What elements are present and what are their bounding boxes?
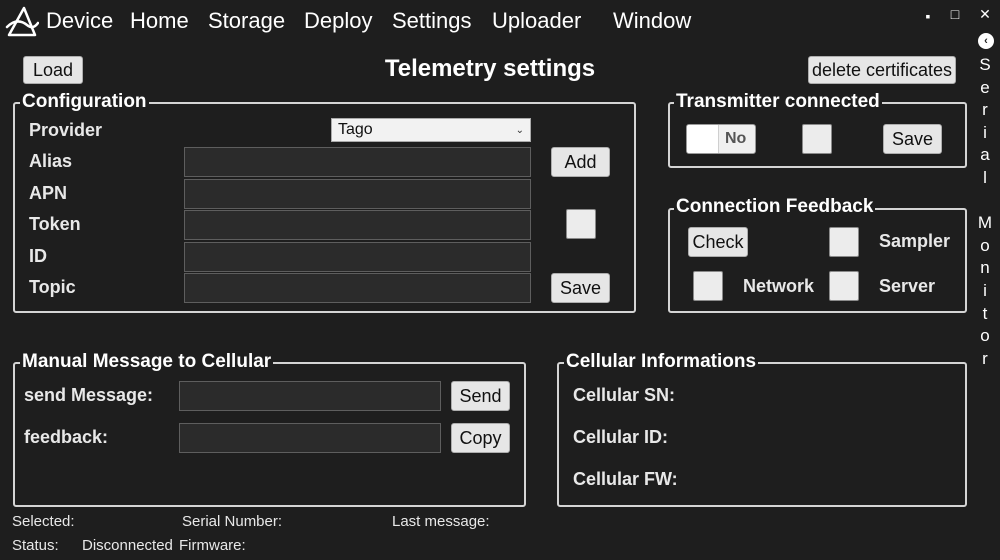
toggle-knob — [687, 125, 719, 153]
alias-input[interactable] — [184, 147, 531, 177]
status-value: Disconnected — [82, 537, 173, 554]
cellular-sn-label: Cellular SN: — [573, 385, 676, 405]
apn-label: APN — [29, 183, 68, 203]
feedback-input[interactable] — [179, 423, 441, 453]
transmitter-toggle[interactable]: No — [686, 124, 756, 154]
maximize-icon[interactable]: □ — [946, 6, 964, 22]
serial-monitor-letter: a — [980, 145, 990, 165]
menu-deploy[interactable]: Deploy — [304, 8, 372, 34]
transmitter-save-button[interactable]: Save — [883, 124, 942, 154]
topic-label: Topic — [29, 277, 76, 297]
network-checkbox[interactable] — [693, 271, 723, 301]
transmitter-checkbox[interactable] — [802, 124, 832, 154]
send-button[interactable]: Send — [451, 381, 510, 411]
last-message-label: Last message: — [392, 513, 490, 530]
cellular-id-label: Cellular ID: — [573, 427, 669, 447]
serial-monitor-tab[interactable]: SerialMonitor — [976, 54, 994, 370]
topic-input[interactable] — [184, 273, 531, 303]
transmitter-legend: Transmitter connected — [674, 91, 882, 113]
serial-monitor-letter: t — [982, 303, 988, 323]
chevron-down-icon: ⌄ — [515, 124, 524, 136]
serial-monitor-letter: l — [983, 167, 987, 187]
network-label: Network — [743, 276, 815, 296]
serial-monitor-letter: r — [982, 100, 988, 120]
provider-label: Provider — [29, 120, 103, 140]
load-button[interactable]: Load — [23, 56, 83, 84]
serial-monitor-letter: r — [982, 348, 988, 368]
provider-select[interactable]: Tago ⌄ — [331, 118, 531, 142]
serial-monitor-letter: S — [979, 55, 991, 74]
manual-message-legend: Manual Message to Cellular — [20, 351, 274, 373]
menu-settings[interactable]: Settings — [392, 8, 472, 34]
apn-input[interactable] — [184, 179, 531, 209]
token-label: Token — [29, 214, 81, 234]
copy-button[interactable]: Copy — [451, 423, 510, 453]
connection-feedback-legend: Connection Feedback — [674, 196, 876, 218]
app-logo-icon — [5, 6, 39, 37]
token-input[interactable] — [184, 210, 531, 240]
cellular-info-legend: Cellular Informations — [564, 351, 759, 373]
status-label: Status: — [12, 537, 59, 554]
serial-monitor-letter: o — [980, 235, 990, 255]
serial-monitor-letter: n — [980, 258, 990, 278]
id-input[interactable] — [184, 242, 531, 272]
firmware-label: Firmware: — [179, 537, 246, 554]
serial-number-label: Serial Number: — [182, 513, 283, 530]
serial-monitor-letter: M — [977, 213, 993, 233]
id-label: ID — [29, 246, 47, 266]
toggle-label: No — [725, 130, 747, 147]
send-message-input[interactable] — [179, 381, 441, 411]
page-title: Telemetry settings — [384, 55, 596, 82]
cellular-fw-label: Cellular FW: — [573, 469, 678, 489]
close-icon[interactable]: ✕ — [976, 6, 994, 23]
configuration-save-button[interactable]: Save — [551, 273, 610, 303]
menu-uploader[interactable]: Uploader — [492, 8, 581, 34]
add-button[interactable]: Add — [551, 147, 610, 177]
server-checkbox[interactable] — [829, 271, 859, 301]
check-button[interactable]: Check — [688, 227, 748, 257]
feedback-label: feedback: — [24, 427, 109, 447]
alias-label: Alias — [29, 151, 73, 171]
serial-monitor-letter: e — [980, 77, 990, 97]
minimize-icon[interactable]: ▪ — [919, 8, 937, 24]
configuration-legend: Configuration — [20, 91, 149, 113]
serial-monitor-letter: o — [980, 326, 990, 346]
delete-certificates-button[interactable]: delete certificates — [808, 56, 956, 84]
server-label: Server — [879, 276, 936, 296]
collapse-panel-icon[interactable]: ‹ — [978, 33, 994, 49]
sampler-checkbox[interactable] — [829, 227, 859, 257]
sampler-label: Sampler — [879, 231, 951, 251]
serial-monitor-letter: i — [983, 280, 987, 300]
menu-window[interactable]: Window — [613, 8, 691, 34]
configuration-checkbox[interactable] — [566, 209, 596, 239]
menu-device[interactable]: Device — [46, 8, 113, 34]
send-message-label: send Message: — [24, 385, 154, 405]
serial-monitor-letter: i — [983, 122, 987, 142]
selected-label: Selected: — [12, 513, 75, 530]
serial-monitor-letter — [976, 190, 994, 213]
menu-storage[interactable]: Storage — [208, 8, 285, 34]
provider-selected-value: Tago — [338, 121, 373, 138]
menu-home[interactable]: Home — [130, 8, 189, 34]
